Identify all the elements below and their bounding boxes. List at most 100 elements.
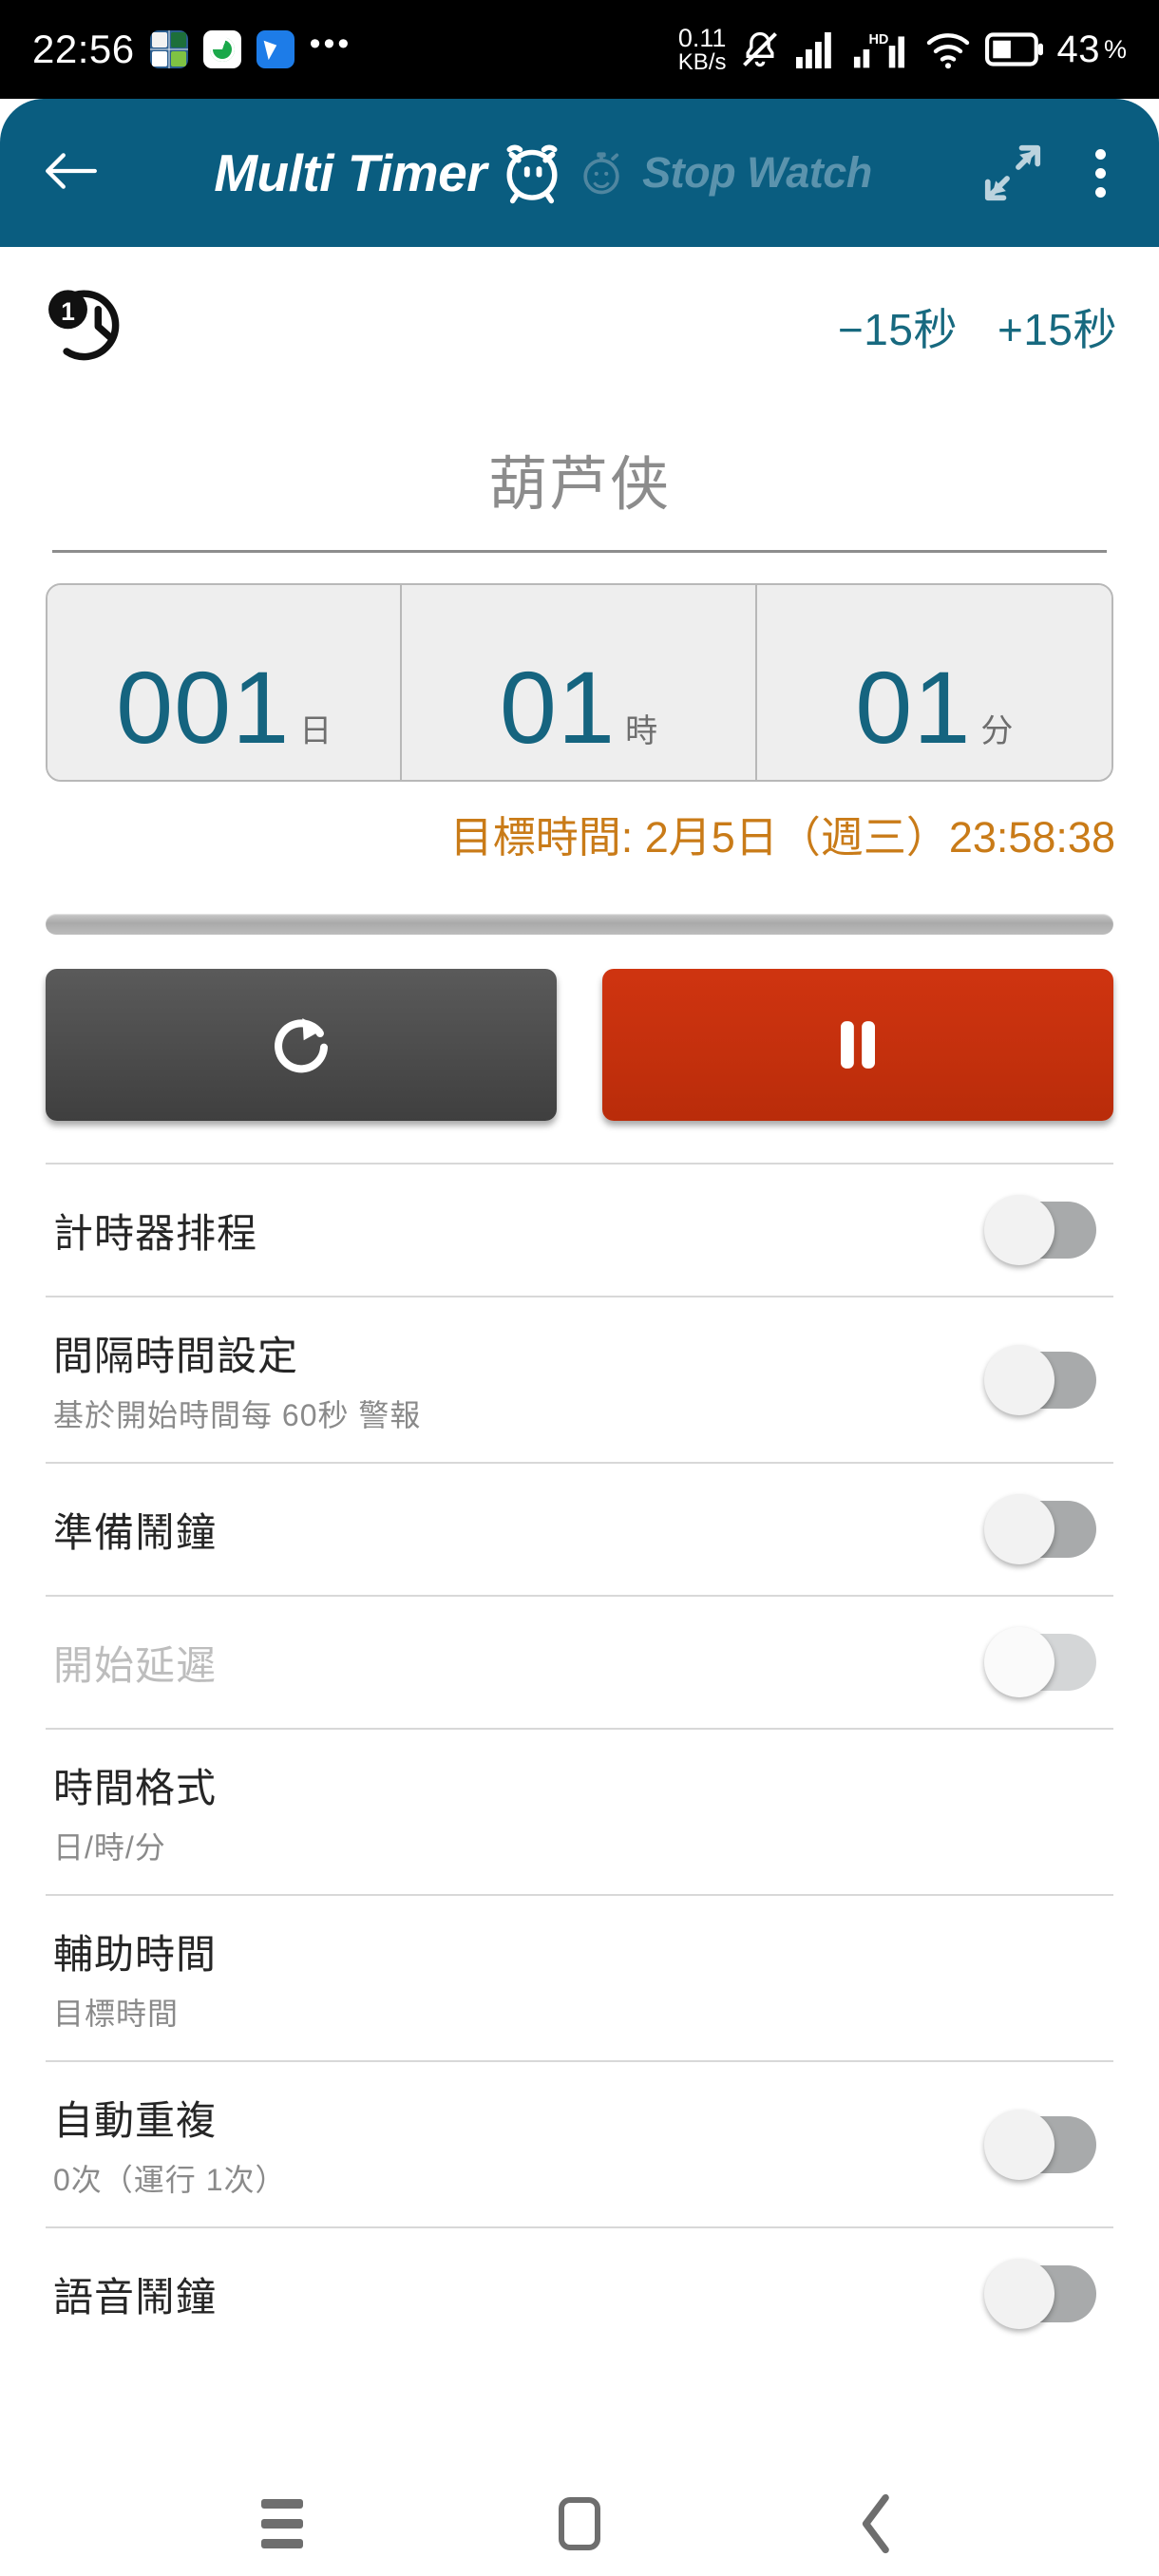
timer-hours-value: 01: [499, 650, 617, 765]
setting-subtitle: 目標時間: [53, 1997, 180, 2031]
timer-field-minutes[interactable]: 01 分: [756, 585, 1112, 780]
battery-percent: 43: [1056, 28, 1100, 70]
timer-progress-bar[interactable]: [46, 914, 1113, 935]
blue-bird-icon: [256, 30, 294, 68]
app-title-group: Multi Timer Stop Watch: [103, 141, 983, 205]
status-bar-overflow-dots: •••: [309, 26, 352, 62]
clock-badge-glyph: 1: [48, 290, 120, 361]
alarm-clock-icon[interactable]: [500, 141, 564, 205]
back-chevron-glyph: [863, 2493, 890, 2553]
setting-row-prepare-alarm[interactable]: 準備鬧鐘: [46, 1462, 1113, 1595]
setting-row-auxiliary-time[interactable]: 輔助時間 目標時間: [46, 1894, 1113, 2060]
setting-subtitle: 基於開始時間每 60秒 警報: [53, 1398, 422, 1432]
green-circle-icon: [202, 30, 241, 68]
recents-line: [260, 2498, 303, 2509]
setting-text: 開始延遲: [46, 1634, 217, 1692]
setting-title: 間隔時間設定: [53, 1334, 299, 1378]
network-speed-indicator: 0.11 KB/s: [677, 23, 727, 75]
back-arrow-icon[interactable]: [42, 146, 112, 200]
timer-minutes-value: 01: [855, 650, 972, 765]
mute-icon: [743, 31, 778, 67]
pause-icon: [841, 1021, 875, 1069]
setting-title: 開始延遲: [53, 1642, 218, 1688]
setting-text: 自動重複 0次（運行 1次）: [46, 2089, 287, 2200]
recents-line: [260, 2538, 303, 2548]
timer-top-row: 1 −15秒 +15秒: [0, 247, 1159, 373]
increment-15s-button[interactable]: +15秒: [998, 295, 1117, 358]
android-nav-bar: [0, 2470, 1159, 2576]
timer-days-value: 001: [116, 650, 291, 765]
battery-icon: [985, 32, 1044, 66]
toggle-thumb: [984, 2109, 1054, 2180]
timer-days-unit: 日: [299, 713, 332, 749]
toggle-thumb: [984, 2259, 1054, 2329]
setting-row-interval[interactable]: 間隔時間設定 基於開始時間每 60秒 警報: [46, 1296, 1113, 1462]
toggle-start-delay[interactable]: [984, 1627, 1096, 1697]
main-content: 1 −15秒 +15秒 葫芦侠 001 日 01 時 01 分 目標時間: 2月…: [0, 247, 1159, 2470]
svg-text:HD: HD: [869, 32, 889, 47]
setting-text: 間隔時間設定 基於開始時間每 60秒 警報: [46, 1324, 421, 1435]
toggle-thumb: [984, 1195, 1054, 1265]
timer-digits-row: 001 日 01 時 01 分: [46, 583, 1113, 782]
clock-badge-1-icon[interactable]: 1: [46, 279, 135, 373]
timer-field-hours[interactable]: 01 時: [402, 585, 757, 780]
setting-title: 語音鬧鐘: [53, 2274, 218, 2320]
recents-line: [260, 2518, 303, 2529]
battery-percent-symbol: %: [1103, 34, 1127, 64]
status-bar-right: 0.11 KB/s HD 43 %: [677, 23, 1127, 75]
setting-title: 時間格式: [53, 1766, 218, 1810]
setting-row-timer-schedule[interactable]: 計時器排程: [46, 1163, 1113, 1296]
reset-circular-arrow-icon: [275, 1018, 328, 1073]
setting-row-start-delay[interactable]: 開始延遲: [46, 1595, 1113, 1728]
toggle-thumb: [984, 1494, 1054, 1564]
decrement-15s-button[interactable]: −15秒: [838, 295, 958, 358]
setting-title: 輔助時間: [53, 1932, 218, 1977]
recents-glyph: [260, 2498, 303, 2548]
toggle-thumb: [984, 1344, 1054, 1415]
home-square-icon[interactable]: [522, 2481, 636, 2567]
wifi-icon: [927, 33, 970, 69]
phone-screen: 22:56 ••• 0.11 KB/s HD 43 % Multi Timer …: [0, 0, 1159, 2576]
settings-list: 計時器排程 間隔時間設定 基於開始時間每 60秒 警報 準備鬧鐘 開始延遲 時間…: [0, 1163, 1159, 2359]
stopwatch-tab-label[interactable]: Stop Watch: [642, 148, 872, 198]
signal-bars-hd-icon: HD: [854, 32, 905, 68]
back-arrow-glyph: [46, 152, 97, 189]
time-adjust-group: −15秒 +15秒: [838, 295, 1117, 358]
kebab-menu-icon[interactable]: [1084, 143, 1117, 203]
toggle-timer-schedule[interactable]: [984, 1195, 1096, 1265]
timer-action-buttons: [46, 969, 1113, 1121]
setting-row-auto-repeat[interactable]: 自動重複 0次（運行 1次）: [46, 2060, 1113, 2226]
network-speed-unit: KB/s: [677, 48, 727, 75]
target-time-label: 目標時間: 2月5日（週三）23:58:38: [449, 813, 1115, 862]
status-bar-left: 22:56 •••: [32, 27, 352, 72]
timer-name[interactable]: 葫芦侠: [0, 436, 1159, 521]
reset-button[interactable]: [46, 969, 557, 1121]
app-bar-actions: [983, 143, 1117, 203]
toggle-interval[interactable]: [984, 1344, 1096, 1415]
back-chevron-icon[interactable]: [820, 2481, 934, 2567]
kebab-dot: [1095, 167, 1106, 179]
pause-button[interactable]: [602, 969, 1113, 1121]
setting-title: 準備鬧鐘: [53, 1509, 218, 1555]
setting-title: 計時器排程: [53, 1210, 258, 1256]
toggle-voice-alarm[interactable]: [984, 2259, 1096, 2329]
timer-minutes-unit: 分: [980, 713, 1014, 749]
stopwatch-icon[interactable]: [578, 146, 625, 199]
toggle-auto-repeat[interactable]: [984, 2109, 1096, 2180]
hamburger-recents-icon[interactable]: [225, 2481, 339, 2567]
setting-row-time-format[interactable]: 時間格式 日/時/分: [46, 1728, 1113, 1894]
app-bar: Multi Timer Stop Watch: [0, 99, 1159, 247]
timer-hours-unit: 時: [625, 713, 658, 749]
setting-row-voice-alarm[interactable]: 語音鬧鐘: [46, 2226, 1113, 2359]
setting-text: 時間格式 日/時/分: [46, 1756, 217, 1867]
signal-bars-icon: [796, 32, 832, 68]
toggle-prepare-alarm[interactable]: [984, 1494, 1096, 1564]
status-bar-clock: 22:56: [32, 27, 135, 71]
kebab-dot: [1095, 186, 1106, 198]
network-speed-value: 0.11: [677, 23, 727, 52]
timer-field-days[interactable]: 001 日: [48, 585, 403, 780]
expand-diagonal-icon[interactable]: [983, 143, 1042, 202]
svg-text:1: 1: [61, 297, 75, 326]
kebab-dot: [1095, 148, 1106, 160]
toggle-thumb: [984, 1627, 1054, 1697]
